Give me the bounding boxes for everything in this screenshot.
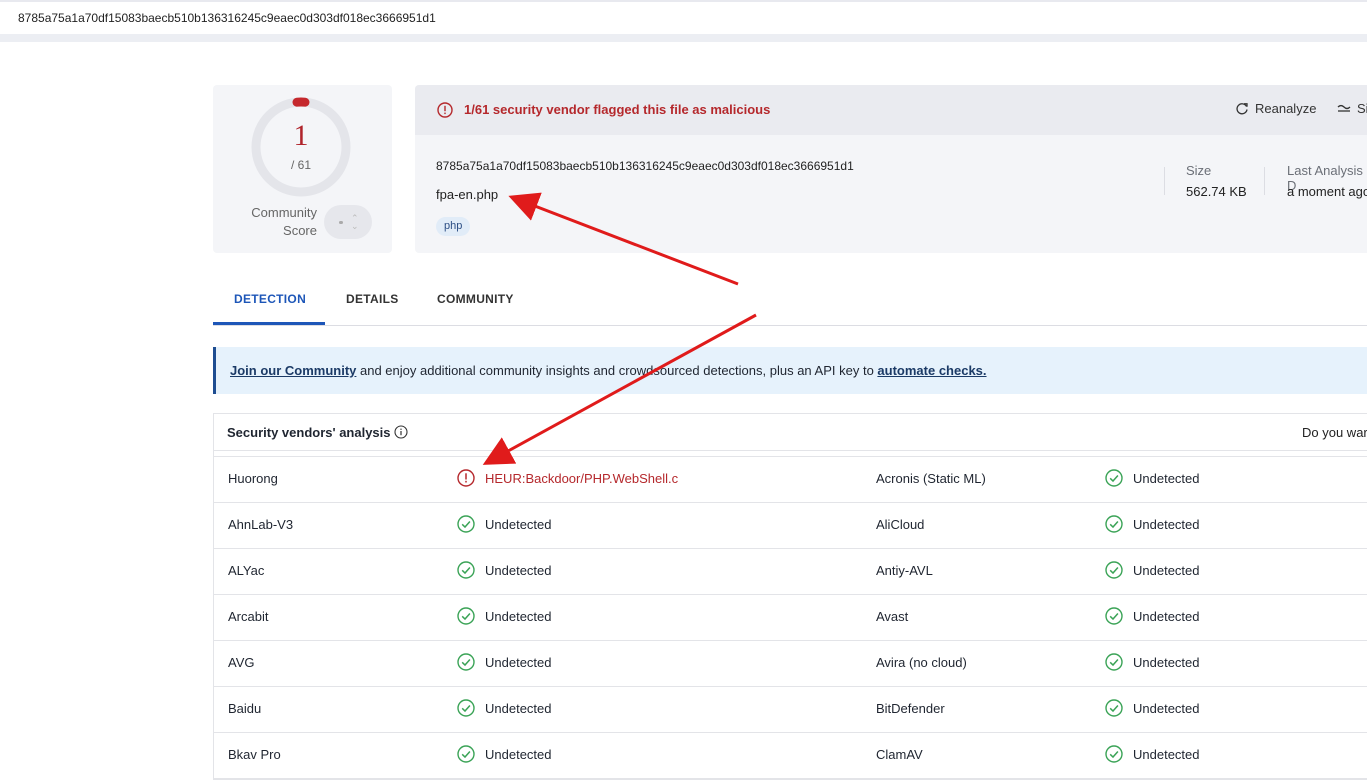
join-community-link[interactable]: Join our Community (230, 363, 356, 378)
check-circle-icon (457, 607, 475, 625)
table-row: ALYac Undetected Antiy-AVL Undetected (214, 549, 1367, 595)
community-banner: Join our Community and enjoy additional … (213, 347, 1367, 394)
vendor-result: Undetected (485, 701, 552, 716)
vendor-name: AVG (228, 655, 255, 670)
meta-divider (1164, 167, 1165, 195)
vendor-result: Undetected (1133, 609, 1200, 624)
report-tabs: DETECTION DETAILS COMMUNITY (213, 285, 1367, 326)
check-circle-icon (1105, 699, 1123, 717)
similar-button[interactable]: Si (1337, 101, 1367, 116)
alert-message: 1/61 security vendor flagged this file a… (464, 102, 771, 117)
url-hash-text: 8785a75a1a70df15083baecb510b136316245c9e… (18, 11, 436, 25)
file-hash: 8785a75a1a70df15083baecb510b136316245c9e… (436, 159, 854, 173)
table-row: Baidu Undetected BitDefender Undetected (214, 687, 1367, 733)
automate-checks-link[interactable]: automate checks. (877, 363, 986, 378)
table-row: Huorong HEUR:Backdoor/PHP.WebShell.c Acron… (214, 457, 1367, 503)
table-row: AVG Undetected Avira (no cloud) Undetected (214, 641, 1367, 687)
vendor-name: AhnLab-V3 (228, 517, 294, 532)
table-row: AhnLab-V3 Undetected AliCloud Undetected (214, 503, 1367, 549)
alert-circle-icon (457, 469, 475, 487)
vendors-cta-text[interactable]: Do you war (1302, 425, 1367, 440)
file-summary-card: 1/61 security vendor flagged this file a… (415, 85, 1367, 253)
size-label: Size (1186, 163, 1212, 178)
vendor-name: AliCloud (876, 517, 925, 532)
check-circle-icon (457, 699, 475, 717)
url-bar[interactable]: 8785a75a1a70df15083baecb510b136316245c9e… (0, 0, 1367, 34)
vendor-name: Baidu (228, 701, 262, 716)
vendor-result: Undetected (1133, 471, 1200, 486)
info-icon[interactable] (394, 425, 408, 439)
reanalyze-label: Reanalyze (1255, 101, 1317, 116)
vendor-rows: Huorong HEUR:Backdoor/PHP.WebShell.c Acron… (214, 457, 1367, 779)
tab-detection[interactable]: DETECTION (234, 292, 306, 306)
meta-divider (1264, 167, 1265, 195)
banner-middle-text: and enjoy additional community insights … (356, 363, 878, 378)
file-name: fpa-en.php (436, 187, 499, 202)
check-circle-icon (1105, 561, 1123, 579)
vendor-result: HEUR:Backdoor/PHP.WebShell.c (485, 471, 679, 486)
vendor-name: BitDefender (876, 701, 945, 716)
vendor-result: Undetected (485, 655, 552, 670)
vendor-name: Antiy-AVL (876, 563, 933, 578)
community-score-toggle[interactable]: ⌃ ⌄ (324, 205, 372, 239)
score-total: / 61 (290, 158, 311, 172)
tab-community[interactable]: COMMUNITY (437, 292, 514, 306)
score-positives: 1 (293, 119, 309, 152)
community-score-label: Community Score (251, 205, 317, 238)
check-circle-icon (457, 653, 475, 671)
detection-score-card: 1 / 61 Community Score ⌃ ⌄ (213, 85, 392, 253)
last-analysis-value: a moment ago (1287, 184, 1367, 199)
vendors-title: Security vendors' analysis (227, 425, 391, 440)
check-circle-icon (1105, 469, 1123, 487)
check-circle-icon (457, 515, 475, 533)
vendor-result: Undetected (485, 609, 552, 624)
vendor-result: Undetected (485, 563, 552, 578)
topbar-divider (0, 34, 1367, 42)
vendor-result: Undetected (1133, 563, 1200, 578)
active-tab-indicator (213, 322, 325, 325)
vendor-result: Undetected (1133, 655, 1200, 670)
vendor-result: Undetected (485, 517, 552, 532)
alert-header: 1/61 security vendor flagged this file a… (415, 85, 1367, 135)
alert-circle-icon (437, 102, 453, 118)
check-circle-icon (457, 745, 475, 763)
check-circle-icon (1105, 745, 1123, 763)
vendors-analysis-table: Security vendors' analysis Do you war Hu… (213, 413, 1367, 780)
vendor-name: Avast (876, 609, 909, 624)
vendor-name: ALYac (228, 563, 265, 578)
check-circle-icon (457, 561, 475, 579)
similar-icon (1337, 104, 1351, 112)
table-row: Arcabit Undetected Avast Undetected (214, 595, 1367, 641)
check-circle-icon (1105, 515, 1123, 533)
tab-details[interactable]: DETAILS (346, 292, 399, 306)
vendor-name: Huorong (228, 471, 278, 486)
vendor-name: Arcabit (228, 609, 269, 624)
banner-text: Join our Community and enjoy additional … (230, 363, 987, 378)
vendor-result: Undetected (1133, 517, 1200, 532)
vendor-result: Undetected (1133, 701, 1200, 716)
score-dot-icon (339, 221, 343, 224)
check-circle-icon (1105, 653, 1123, 671)
file-type-tag[interactable]: php (436, 217, 471, 236)
updown-chevron-icon: ⌃ ⌄ (351, 213, 359, 231)
vendor-name: Avira (no cloud) (876, 655, 967, 670)
size-value: 562.74 KB (1186, 184, 1247, 199)
table-row: Bkav Pro Undetected ClamAV Undetected (214, 733, 1367, 779)
vendors-header: Security vendors' analysis Do you war (214, 414, 1367, 451)
similar-label: Si (1357, 101, 1367, 116)
reanalyze-button[interactable]: Reanalyze (1235, 101, 1316, 116)
refresh-icon (1236, 102, 1248, 114)
vendor-name: Acronis (Static ML) (876, 471, 986, 486)
check-circle-icon (1105, 607, 1123, 625)
